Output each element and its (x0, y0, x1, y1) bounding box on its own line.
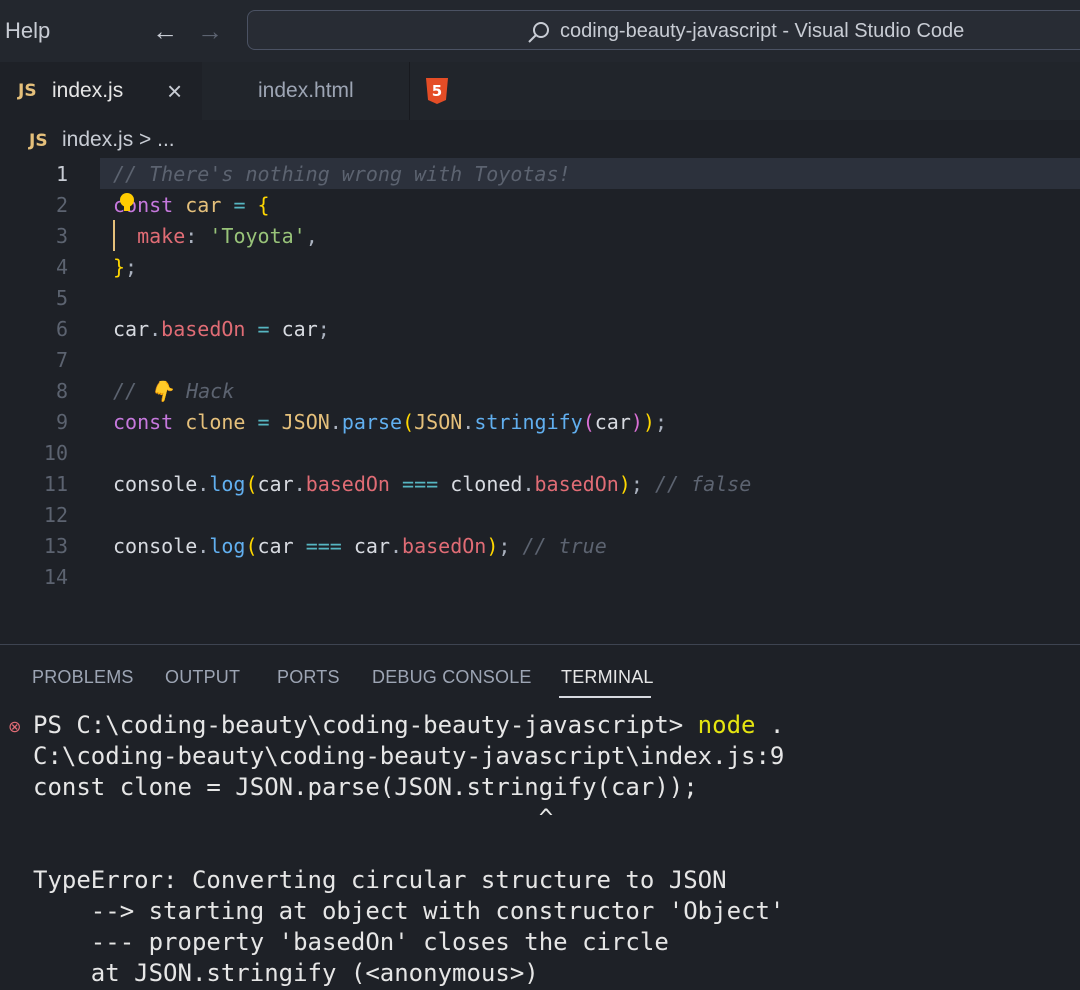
code-line-1: // There's nothing wrong with Toyotas! (113, 162, 571, 186)
line-number: 7 (55, 348, 68, 372)
close-icon[interactable]: × (167, 76, 182, 107)
code-line-2: const car = { (113, 193, 270, 217)
tab-label: index.js (52, 79, 124, 102)
code-line-8: // 👇 Hack (113, 379, 235, 403)
bottom-panel: PROBLEMS OUTPUT PORTS DEBUG CONSOLE TERM… (0, 644, 1080, 990)
terminal-output-line: TypeError: Converting circular structure… (33, 866, 727, 894)
tab-ports[interactable]: PORTS (277, 667, 340, 688)
terminal-output-line: --> starting at object with constructor … (33, 897, 785, 925)
tab-problems[interactable]: PROBLEMS (32, 667, 134, 688)
terminal-output-line: --- property 'basedOn' closes the circle (33, 928, 669, 956)
code-line-6: car.basedOn = car; (113, 317, 330, 341)
error-status-icon: ⊗ (8, 719, 22, 736)
code-line-11: console.log(car.basedOn === cloned.based… (113, 472, 752, 496)
code-line-3: make: 'Toyota', (137, 224, 318, 248)
tab-output[interactable]: OUTPUT (165, 667, 240, 688)
lightbulb-icon[interactable] (118, 192, 136, 214)
line-number: 11 (43, 472, 68, 496)
line-number: 9 (55, 410, 68, 434)
command-center-text: coding-beauty-javascript - Visual Studio… (560, 20, 965, 42)
command-center[interactable]: coding-beauty-javascript - Visual Studio… (247, 10, 1080, 50)
tab-debug-console[interactable]: DEBUG CONSOLE (372, 667, 532, 688)
line-number: 13 (43, 534, 68, 558)
terminal-prompt-line[interactable]: PS C:\coding-beauty\coding-beauty-javasc… (33, 711, 784, 739)
javascript-file-icon: JS (18, 81, 37, 101)
arrow-right-icon[interactable]: → (197, 16, 223, 47)
code-editor[interactable]: 1 2 3 4 5 6 7 8 9 10 11 12 13 14 // Ther… (0, 158, 1080, 644)
line-number: 6 (55, 317, 68, 341)
title-bar: Help ← → coding-beauty-javascript - Visu… (0, 0, 1080, 62)
menu-help[interactable]: Help (5, 18, 50, 44)
line-number: 3 (55, 224, 68, 248)
line-number: 12 (43, 503, 68, 527)
javascript-file-icon: JS (29, 131, 48, 151)
tab-index-js[interactable]: JS index.js × (0, 62, 202, 120)
breadcrumb-path[interactable]: index.js > ... (62, 128, 175, 152)
terminal-output-line: C:\coding-beauty\coding-beauty-javascrip… (33, 742, 785, 770)
svg-text:5: 5 (432, 82, 442, 100)
tab-index-html[interactable]: 5 index.html (203, 62, 448, 120)
line-number: 4 (55, 255, 68, 279)
line-number: 1 (55, 162, 68, 186)
line-number: 14 (43, 565, 68, 589)
line-number: 8 (55, 379, 68, 403)
line-number: 2 (55, 193, 68, 217)
breadcrumb: JS index.js > ... (0, 120, 1080, 158)
tab-terminal[interactable]: TERMINAL (561, 667, 654, 688)
arrow-left-icon[interactable]: ← (152, 16, 178, 47)
terminal-output-line: const clone = JSON.parse(JSON.stringify(… (33, 773, 698, 801)
terminal-output-line: ^ (33, 804, 554, 832)
tab-label: index.html (258, 79, 354, 102)
line-number: 10 (43, 441, 68, 465)
code-line-13: console.log(car === car.basedOn); // tru… (113, 534, 607, 558)
line-number: 5 (55, 286, 68, 310)
terminal-output-line: at JSON.stringify (<anonymous>) (33, 959, 539, 987)
search-icon (528, 22, 549, 43)
active-tab-indicator (559, 696, 651, 698)
code-line-4: }; (113, 255, 138, 279)
code-line-9: const clone = JSON.parse(JSON.stringify(… (113, 410, 668, 434)
html5-file-icon: 5 (426, 78, 448, 104)
editor-tab-bar: JS index.js × 5 index.html (0, 62, 1080, 120)
